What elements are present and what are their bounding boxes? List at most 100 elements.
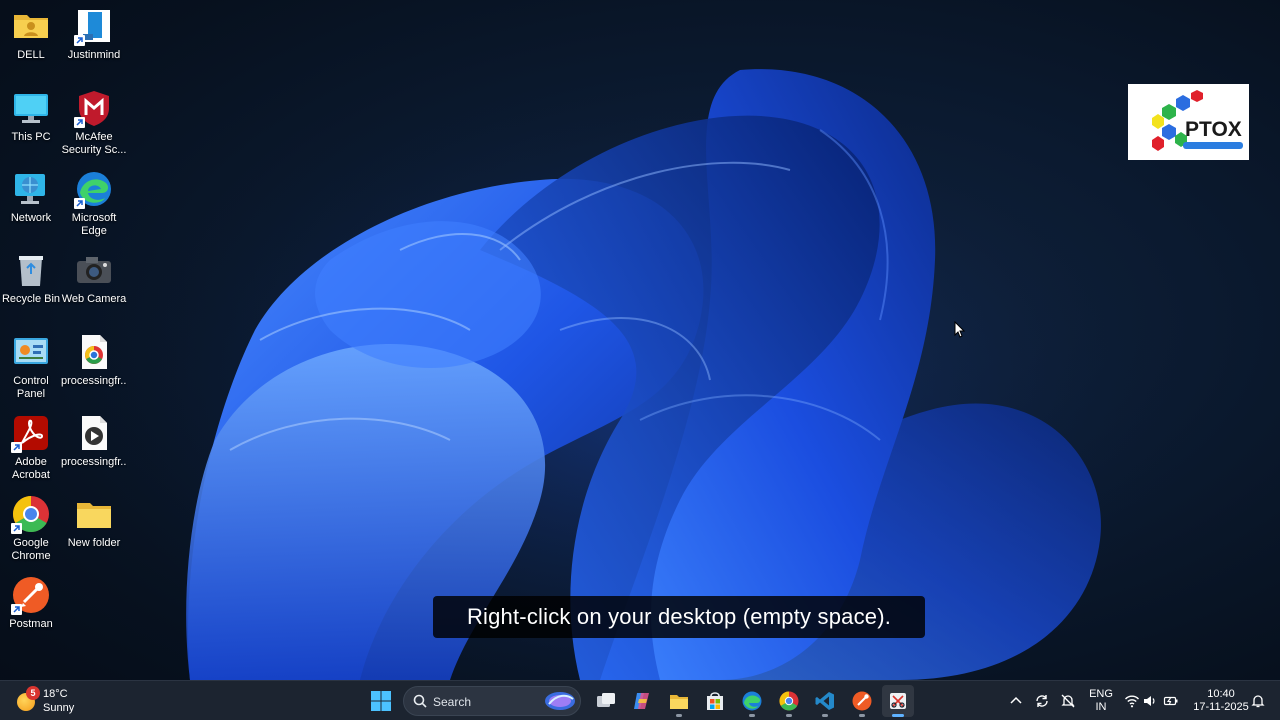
taskbar-clock[interactable]: 10:40 17-11-2025	[1188, 688, 1254, 714]
language-indicator[interactable]: ENG IN	[1088, 688, 1114, 714]
postman-icon	[11, 575, 51, 615]
desktop-icon-label: Web Camera	[61, 293, 127, 305]
vscode-icon	[815, 692, 834, 710]
notification-bell-icon	[1251, 695, 1265, 708]
shortcut-arrow-icon	[11, 442, 22, 453]
show-hidden-icons-button[interactable]	[1006, 691, 1026, 711]
chevron-up-icon	[1010, 696, 1022, 704]
search-highlight-icon	[545, 692, 575, 710]
desktop-icon-label: Google Chrome	[11, 537, 51, 562]
search-icon	[413, 694, 427, 708]
folder-icon	[74, 494, 114, 534]
desktop-icon-edge[interactable]: Microsoft Edge	[63, 163, 125, 238]
chrome-icon	[779, 691, 799, 711]
desktop-icon-label: Network	[10, 212, 52, 224]
edge-icon	[742, 691, 762, 711]
mouse-cursor-icon	[954, 321, 966, 338]
snipping-tool-button[interactable]	[882, 685, 914, 717]
desktop-icon-label: McAfee Security Sc...	[61, 131, 127, 156]
microsoft-store-button[interactable]	[699, 685, 731, 717]
acrobat-icon	[11, 413, 51, 453]
file-explorer-button[interactable]	[663, 685, 695, 717]
running-indicator	[822, 714, 828, 717]
taskbar: 5 18°C Sunny Search ENG IN 10:40 17-11-2…	[0, 680, 1280, 720]
desktop-icon-dell[interactable]: DELL	[0, 0, 62, 62]
desktop-icon-google-chrome[interactable]: Google Chrome	[0, 488, 62, 563]
shortcut-arrow-icon	[74, 117, 85, 128]
ptox-logo: PTOX	[1128, 84, 1249, 160]
weather-widget[interactable]: 5 18°C Sunny	[14, 685, 104, 717]
desktop-icon-network[interactable]: Network	[0, 163, 62, 225]
snipping-tool-icon	[890, 693, 906, 709]
desktop-icon-justinmind[interactable]: Justinmind	[63, 0, 125, 62]
speaker-icon	[1144, 696, 1155, 706]
sync-tray-button[interactable]	[1032, 691, 1052, 711]
desktop-icon-adobe-acrobat[interactable]: Adobe Acrobat	[0, 407, 62, 482]
file-explorer-icon	[670, 695, 688, 709]
store-icon	[707, 692, 723, 710]
postman-taskbar-button[interactable]	[846, 685, 878, 717]
taskbar-search[interactable]: Search	[403, 686, 581, 716]
battery-tray-button[interactable]	[1161, 691, 1181, 711]
chrome-file-icon	[74, 332, 114, 372]
sync-icon	[1036, 695, 1048, 707]
desktop-icon-label: processingfr...	[61, 456, 127, 468]
justinmind-icon	[74, 6, 114, 46]
notifications-off-tray-button[interactable]	[1058, 691, 1078, 711]
desktop-icon-label: Recycle Bin	[1, 293, 61, 305]
mcafee-icon	[74, 88, 114, 128]
edge-icon	[74, 169, 114, 209]
start-button[interactable]	[365, 685, 397, 717]
postman-icon	[852, 691, 872, 711]
desktop-icon-mcafee[interactable]: McAfee Security Sc...	[61, 82, 127, 157]
wifi-icon	[1124, 695, 1140, 708]
desktop-wallpaper[interactable]	[0, 0, 1280, 680]
search-label: Search	[433, 695, 472, 709]
logo-text: PTOX	[1185, 118, 1242, 141]
notification-badge: 5	[26, 686, 40, 700]
network-icon	[11, 169, 51, 209]
desktop-icon-control-panel[interactable]: Control Panel	[0, 326, 62, 401]
desktop-icon-label: processingfr...	[61, 375, 127, 387]
desktop-icon-processingfr-1[interactable]: processingfr...	[61, 326, 127, 388]
camera-icon	[74, 250, 114, 290]
desktop-icon-label: Microsoft Edge	[71, 212, 117, 237]
desktop-icon-label: New folder	[67, 537, 121, 549]
shortcut-arrow-icon	[74, 35, 85, 46]
bell-off-icon	[1061, 694, 1075, 708]
language-code: ENG	[1089, 688, 1113, 700]
notification-center-button[interactable]	[1248, 691, 1268, 711]
edge-taskbar-button[interactable]	[736, 685, 768, 717]
video-caption: Right-click on your desktop (empty space…	[433, 596, 925, 638]
active-indicator	[892, 714, 904, 717]
desktop-icon-web-camera[interactable]: Web Camera	[61, 244, 127, 306]
recycle-bin-icon	[11, 250, 51, 290]
windows-logo-icon	[371, 691, 391, 711]
desktop-icon-new-folder[interactable]: New folder	[63, 488, 125, 550]
running-indicator	[859, 714, 865, 717]
chrome-taskbar-button[interactable]	[773, 685, 805, 717]
task-view-button[interactable]	[590, 685, 622, 717]
desktop-icon-processingfr-2[interactable]: processingfr...	[61, 407, 127, 469]
running-indicator	[676, 714, 682, 717]
desktop-icon-label: Adobe Acrobat	[12, 456, 50, 481]
control-panel-icon	[11, 332, 51, 372]
shortcut-arrow-icon	[11, 523, 22, 534]
weather-temperature: 18°C	[43, 688, 68, 700]
task-view-icon	[597, 693, 615, 707]
volume-tray-button[interactable]	[1140, 691, 1160, 711]
desktop-icon-this-pc[interactable]: This PC	[0, 82, 62, 144]
wifi-tray-button[interactable]	[1122, 691, 1142, 711]
desktop-icon-label: Postman	[9, 618, 53, 630]
desktop-icon-recycle-bin[interactable]: Recycle Bin	[0, 244, 62, 306]
desktop-icon-label: Justinmind	[67, 49, 121, 61]
chrome-icon	[11, 494, 51, 534]
vscode-button[interactable]	[809, 685, 841, 717]
desktop-icon-postman[interactable]: Postman	[0, 569, 62, 631]
copilot-button[interactable]	[626, 685, 658, 717]
running-indicator	[786, 714, 792, 717]
user-folder-icon	[11, 6, 51, 46]
clock-time: 10:40	[1207, 688, 1235, 700]
desktop-icon-label: This PC	[11, 131, 51, 143]
monitor-icon	[11, 88, 51, 128]
